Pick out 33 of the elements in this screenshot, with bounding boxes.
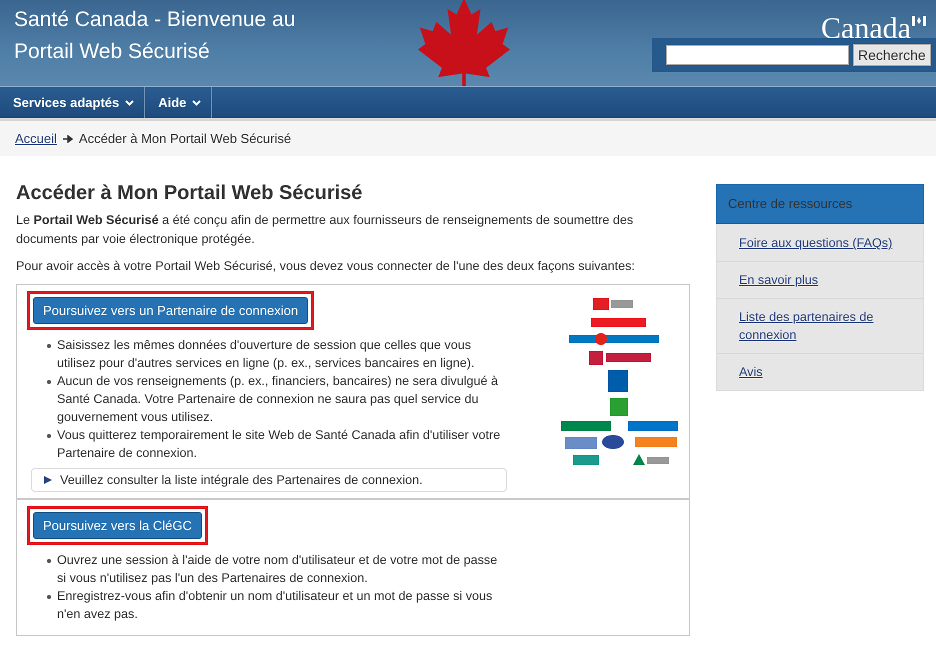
sidebar-link[interactable]: Foire aux questions (FAQs)	[739, 234, 892, 252]
search-field[interactable]	[666, 45, 849, 65]
continue-button[interactable]: Poursuivez vers la CléGC	[33, 512, 202, 539]
bullet-text: Aucun de vos renseignements (p. ex., financiers, bancaires) ne sera divulgué à Santé Canada. Votre Partenaire de connexion ne saura pas quel service du gouvernement vous utilisez.	[57, 373, 500, 426]
flag-icon	[912, 16, 926, 26]
bullet-icon	[47, 559, 51, 563]
sidebar-link[interactable]: Avis	[739, 363, 763, 381]
breadcrumb-current: Accéder à Mon Portail Web Sécurisé	[78, 131, 292, 146]
site-title: Portail Web Sécurisé	[14, 39, 211, 65]
continue-button[interactable]: Poursuivez vers un Partenaire de connexion	[33, 297, 308, 324]
triangle-right-icon	[44, 476, 52, 484]
bullet-icon	[47, 434, 51, 438]
wordmark: Canada	[821, 14, 911, 44]
bullet-text: Vous quitterez temporairement le site Web de Santé Canada afin d'utiliser votre Partenaire de connexion.	[57, 427, 502, 462]
search-button[interactable]: Recherche	[853, 44, 931, 66]
intro-text: Le Portail Web Sécurisé a été conçu afin de permettre aux fournisseurs de renseignements de soumettre des documents par voie électronique protégée.	[16, 212, 634, 248]
site-title: Santé Canada - Bienvenue au	[14, 7, 296, 33]
bullet-text: Saisissez les mêmes données d'ouverture de session que celles que vous utilisez pour d'autres services en ligne (p. ex., services bancaires en ligne).	[57, 337, 476, 372]
details-toggle[interactable]: Veuillez consulter la liste intégrale des Partenaires de connexion.	[31, 468, 507, 492]
sidebar-link[interactable]: Liste des partenaires de connexion	[739, 308, 901, 344]
breadcrumb-link[interactable]: Accueil	[15, 131, 57, 146]
instruction-text: Pour avoir accès à votre Portail Web Sécurisé, vous devez vous connecter de l'une des deux façons suivantes:	[16, 258, 636, 275]
page-heading: Accéder à Mon Portail Web Sécurisé	[16, 182, 364, 205]
sidebar-link[interactable]: En savoir plus	[739, 271, 818, 289]
bullet-icon	[47, 344, 51, 348]
bullet-text: Ouvrez une session à l'aide de votre nom d'utilisateur et de votre mot de passe si vous n'utilisez pas l'un des Partenaires de connexion.	[57, 552, 498, 587]
chevron-down-icon	[192, 100, 202, 106]
chevron-down-icon	[125, 100, 134, 106]
bullet-icon	[47, 595, 51, 599]
sidebar-title: Centre de ressources	[716, 184, 924, 224]
bullet-text: Enregistrez-vous afin d'obtenir un nom d'utilisateur et un mot de passe si vous n'en avez pas.	[57, 588, 494, 623]
bullet-icon	[47, 380, 51, 384]
arrow-right-icon	[62, 134, 73, 142]
